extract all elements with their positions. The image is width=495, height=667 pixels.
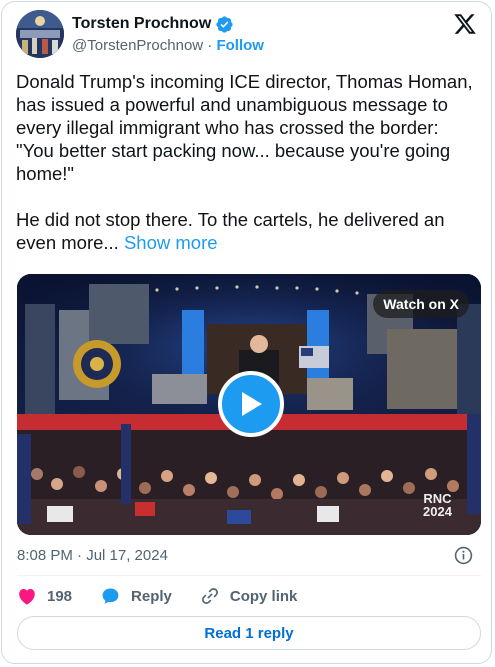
divider: [17, 575, 481, 576]
x-logo-icon[interactable]: [453, 12, 477, 36]
author-handle-row: @TorstenProchnow · Follow: [72, 37, 264, 55]
action-bar: 198 Reply Copy link: [17, 586, 325, 606]
tweet-paragraph-2-text: He did not stop there. To the cartels, h…: [16, 209, 445, 253]
rnc-year: 2024: [423, 504, 452, 519]
info-icon[interactable]: [454, 546, 473, 565]
like-button[interactable]: 198: [17, 587, 72, 605]
tweet-card: Torsten Prochnow @TorstenProchnow · Foll…: [1, 1, 492, 664]
tweet-paragraph-2: He did not stop there. To the cartels, h…: [16, 208, 481, 254]
watch-on-x-button[interactable]: Watch on X: [373, 290, 469, 318]
read-replies-label: Read 1 reply: [204, 624, 294, 642]
reply-label: Reply: [131, 587, 172, 605]
separator-dot: ·: [207, 37, 213, 54]
tweet-paragraph-1: Donald Trump's incoming ICE director, Th…: [16, 71, 473, 184]
copy-link-button[interactable]: Copy link: [200, 586, 298, 606]
follow-button[interactable]: Follow: [216, 37, 264, 54]
heart-icon: [19, 588, 35, 605]
copy-link-label: Copy link: [229, 587, 298, 605]
play-button[interactable]: [218, 371, 284, 437]
rnc-overlay: RNC 2024: [423, 492, 452, 518]
show-more-link[interactable]: Show more: [124, 232, 218, 253]
verified-badge-icon: [216, 15, 233, 33]
tweet-text: Donald Trump's incoming ICE director, Th…: [16, 70, 481, 254]
author-name-row: Torsten Prochnow: [72, 14, 234, 34]
author-name[interactable]: Torsten Prochnow: [72, 14, 211, 34]
tweet-timestamp[interactable]: 8:08 PM · Jul 17, 2024: [17, 547, 168, 565]
read-replies-button[interactable]: Read 1 reply: [17, 616, 481, 650]
reply-button[interactable]: Reply: [100, 586, 172, 606]
like-count: 198: [47, 587, 73, 605]
link-icon: [201, 588, 218, 604]
author-handle[interactable]: @TorstenProchnow: [72, 37, 203, 54]
play-icon: [242, 392, 262, 416]
video-player[interactable]: Watch on X RNC 2024: [17, 274, 481, 535]
avatar[interactable]: [16, 10, 64, 58]
reply-bubble-icon: [102, 588, 119, 604]
